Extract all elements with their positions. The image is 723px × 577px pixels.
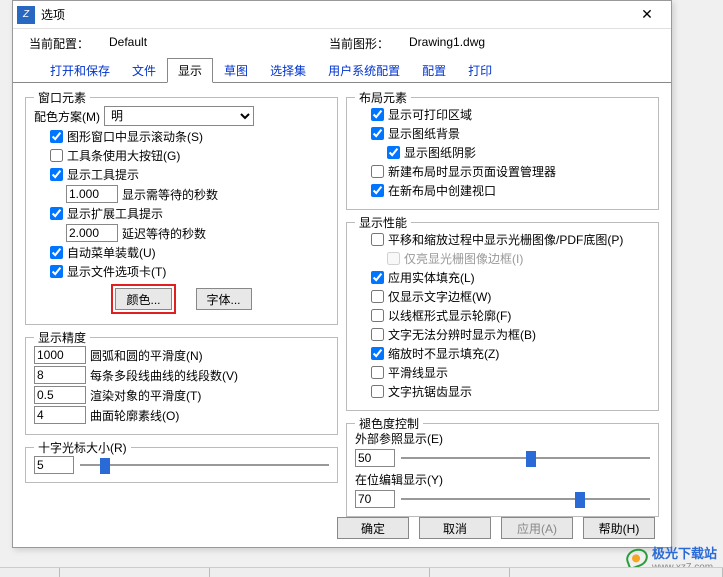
color-scheme-label: 配色方案(M) — [34, 108, 100, 125]
label-tooltips: 显示工具提示 — [67, 166, 139, 183]
color-scheme-select[interactable]: 明 — [104, 106, 254, 126]
checkbox-text-box[interactable] — [371, 328, 384, 341]
tab-display[interactable]: 显示 — [167, 58, 213, 83]
label-smooth-line: 平滑线显示 — [388, 364, 448, 381]
tab-draft[interactable]: 草图 — [213, 58, 259, 83]
group-fade-control: 褪色度控制 外部参照显示(E) 在位编辑显示(Y) — [346, 423, 659, 517]
input-edit-fade[interactable] — [355, 490, 395, 508]
checkbox-paper-shadow[interactable] — [387, 146, 400, 159]
label-printable-area: 显示可打印区域 — [388, 106, 472, 123]
label-paper-bg: 显示图纸背景 — [388, 125, 460, 142]
checkbox-raster-frame-only — [387, 252, 400, 265]
checkbox-ext-tooltips[interactable] — [50, 207, 63, 220]
label-xref-fade: 外部参照显示(E) — [355, 430, 650, 447]
tab-profile[interactable]: 配置 — [411, 58, 457, 83]
slider-edit-fade[interactable] — [401, 490, 650, 508]
label-ext-tooltip-delay: 延迟等待的秒数 — [122, 225, 206, 242]
checkbox-smooth-line[interactable] — [371, 366, 384, 379]
label-file-tabs: 显示文件选项卡(T) — [67, 263, 166, 280]
slider-crosshair[interactable] — [80, 456, 329, 474]
label-edit-fade: 在位编辑显示(Y) — [355, 471, 650, 488]
checkbox-text-frame[interactable] — [371, 290, 384, 303]
checkbox-tooltips[interactable] — [50, 168, 63, 181]
highlight-box: 颜色... — [111, 284, 175, 314]
checkbox-create-viewport[interactable] — [371, 184, 384, 197]
watermark-title: 极光下载站 — [652, 543, 717, 562]
label-arc-smooth: 圆弧和圆的平滑度(N) — [90, 347, 203, 364]
label-tooltip-delay: 显示需等待的秒数 — [122, 186, 218, 203]
input-surface-lines[interactable] — [34, 406, 86, 424]
group-window-legend: 窗口元素 — [34, 89, 90, 106]
label-zoom-no-fill: 缩放时不显示填充(Z) — [388, 345, 499, 362]
apply-button[interactable]: 应用(A) — [501, 517, 573, 539]
current-drawing-value: Drawing1.dwg — [409, 35, 629, 52]
group-layout-legend: 布局元素 — [355, 89, 411, 106]
checkbox-scrollbars[interactable] — [50, 130, 63, 143]
checkbox-printable-area[interactable] — [371, 108, 384, 121]
checkbox-wireframe[interactable] — [371, 309, 384, 322]
label-wireframe: 以线框形式显示轮廓(F) — [388, 307, 511, 324]
label-scrollbars: 图形窗口中显示滚动条(S) — [67, 128, 203, 145]
checkbox-page-setup-mgr[interactable] — [371, 165, 384, 178]
input-tooltip-delay[interactable] — [66, 185, 118, 203]
window-title: 选项 — [41, 6, 627, 23]
group-perf-legend: 显示性能 — [355, 214, 411, 231]
label-text-frame: 仅显示文字边框(W) — [388, 288, 491, 305]
input-arc-smooth[interactable] — [34, 346, 86, 364]
label-polyline-segs: 每条多段线曲线的线段数(V) — [90, 367, 238, 384]
input-render-smooth[interactable] — [34, 386, 86, 404]
label-text-box: 文字无法分辨时显示为框(B) — [388, 326, 536, 343]
checkbox-pan-zoom-raster[interactable] — [371, 233, 384, 246]
label-large-buttons: 工具条使用大按钮(G) — [67, 147, 180, 164]
checkbox-paper-bg[interactable] — [371, 127, 384, 140]
checkbox-text-antialias[interactable] — [371, 385, 384, 398]
label-text-antialias: 文字抗锯齿显示 — [388, 383, 472, 400]
tab-user-config[interactable]: 用户系统配置 — [317, 58, 411, 83]
group-display-precision: 显示精度 圆弧和圆的平滑度(N) 每条多段线曲线的线段数(V) 渲染对象的平滑度… — [25, 337, 338, 435]
label-auto-menu: 自动菜单装载(U) — [67, 244, 156, 261]
tab-open-save[interactable]: 打开和保存 — [39, 58, 121, 83]
slider-xref-fade[interactable] — [401, 449, 650, 467]
current-drawing-label: 当前图形： — [329, 35, 409, 52]
checkbox-file-tabs[interactable] — [50, 265, 63, 278]
taskbar-strip — [0, 567, 723, 577]
group-crosshair-legend: 十字光标大小(R) — [34, 439, 131, 456]
label-paper-shadow: 显示图纸阴影 — [404, 144, 476, 161]
current-config-label: 当前配置： — [29, 35, 109, 52]
group-window-elements: 窗口元素 配色方案(M) 明 图形窗口中显示滚动条(S) 工具条使用大按钮(G)… — [25, 97, 338, 325]
label-solid-fill: 应用实体填充(L) — [388, 269, 475, 286]
checkbox-solid-fill[interactable] — [371, 271, 384, 284]
ok-button[interactable]: 确定 — [337, 517, 409, 539]
label-pan-zoom-raster: 平移和缩放过程中显示光栅图像/PDF底图(P) — [388, 231, 623, 248]
colors-button[interactable]: 颜色... — [115, 288, 171, 310]
label-ext-tooltips: 显示扩展工具提示 — [67, 205, 163, 222]
close-button[interactable]: ✕ — [627, 2, 667, 28]
group-precision-legend: 显示精度 — [34, 329, 90, 346]
checkbox-auto-menu[interactable] — [50, 246, 63, 259]
group-crosshair: 十字光标大小(R) — [25, 447, 338, 483]
cancel-button[interactable]: 取消 — [419, 517, 491, 539]
tab-print[interactable]: 打印 — [457, 58, 503, 83]
app-icon: Z — [17, 6, 35, 24]
tab-file[interactable]: 文件 — [121, 58, 167, 83]
label-page-setup-mgr: 新建布局时显示页面设置管理器 — [388, 163, 556, 180]
checkbox-zoom-no-fill[interactable] — [371, 347, 384, 360]
fonts-button[interactable]: 字体... — [196, 288, 252, 310]
group-layout-elements: 布局元素 显示可打印区域 显示图纸背景 显示图纸阴影 新建布局时显示页面设置管理… — [346, 97, 659, 210]
group-display-performance: 显示性能 平移和缩放过程中显示光栅图像/PDF底图(P) 仅亮显光栅图像边框(I… — [346, 222, 659, 411]
input-crosshair-size[interactable] — [34, 456, 74, 474]
input-polyline-segs[interactable] — [34, 366, 86, 384]
label-raster-frame-only: 仅亮显光栅图像边框(I) — [404, 250, 523, 267]
checkbox-large-buttons[interactable] — [50, 149, 63, 162]
help-button[interactable]: 帮助(H) — [583, 517, 655, 539]
tab-selection[interactable]: 选择集 — [259, 58, 317, 83]
label-create-viewport: 在新布局中创建视口 — [388, 182, 496, 199]
input-xref-fade[interactable] — [355, 449, 395, 467]
current-config-value: Default — [109, 35, 329, 52]
group-fade-legend: 褪色度控制 — [355, 415, 423, 432]
label-surface-lines: 曲面轮廓素线(O) — [90, 407, 179, 424]
label-render-smooth: 渲染对象的平滑度(T) — [90, 387, 201, 404]
input-ext-tooltip-delay[interactable] — [66, 224, 118, 242]
